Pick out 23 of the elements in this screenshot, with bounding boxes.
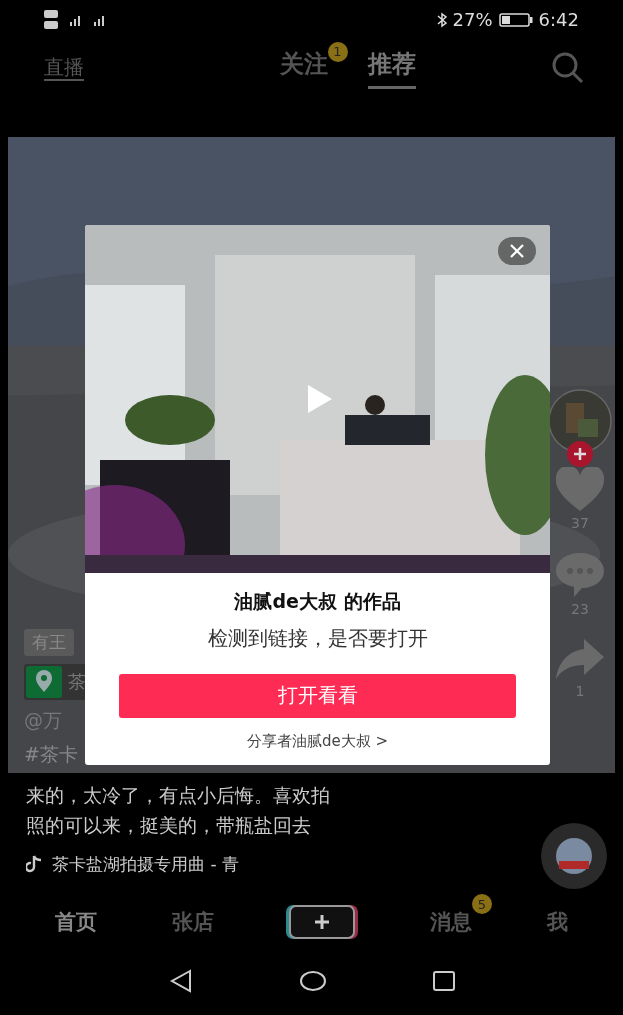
feed-tab[interactable]: 关注 <box>279 47 328 89</box>
clock: 6:42 <box>538 9 579 31</box>
music-disc[interactable] <box>541 822 607 889</box>
music-title[interactable]: 茶卡盐湖拍摄专用曲 - 青 <box>52 852 239 876</box>
caption-line: 来的，太冷了，有点小后悔。喜欢拍 <box>26 782 330 808</box>
music-note-icon <box>26 855 42 874</box>
home-icon[interactable] <box>298 970 327 993</box>
battery-icon <box>498 12 533 27</box>
notification-badge: 1 <box>327 41 348 62</box>
nav-tab[interactable]: 首页 <box>55 910 98 934</box>
nav-tab[interactable]: 消息 <box>429 910 472 934</box>
live-button[interactable]: 直播 <box>44 55 84 81</box>
nav-tab[interactable]: 我 <box>546 910 568 934</box>
caption-line: 照的可以来，挺美的，带瓶盐回去 <box>26 812 312 838</box>
recents-icon[interactable] <box>431 970 456 993</box>
bluetooth-icon <box>436 11 447 28</box>
battery-percent: 27% <box>452 9 493 31</box>
search-icon[interactable] <box>551 51 585 85</box>
plus-icon <box>313 913 331 931</box>
feed-tab[interactable]: 推荐 <box>367 47 416 89</box>
create-button[interactable] <box>289 905 355 939</box>
nav-tab[interactable]: 张店 <box>172 910 215 934</box>
notification-badge: 5 <box>471 894 492 914</box>
